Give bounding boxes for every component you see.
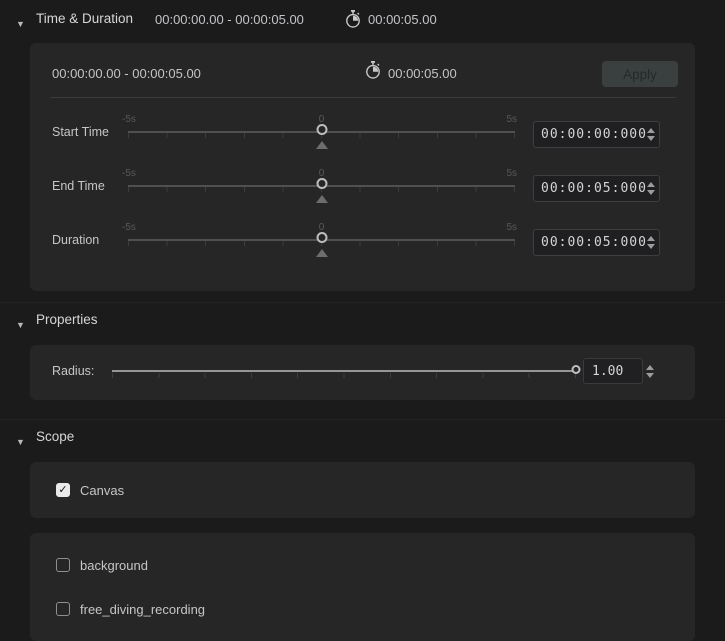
- radius-value[interactable]: 1.00: [584, 364, 623, 379]
- scale-max-label: 5s: [506, 222, 517, 233]
- panel-time-range: 00:00:00.00 - 00:00:05.00: [52, 66, 201, 81]
- slider-handle[interactable]: [572, 365, 581, 374]
- section-title-scope[interactable]: Scope: [36, 429, 74, 444]
- spinner-arrows[interactable]: [647, 128, 662, 141]
- slider-ticks: [112, 373, 576, 378]
- start-time-spinbox[interactable]: 00:00:00:000: [533, 121, 660, 148]
- scale-min-label: -5s: [122, 168, 136, 179]
- spin-up-icon[interactable]: [647, 236, 655, 241]
- end-time-row: End Time -5s 0 5s 00:00:05:000: [30, 166, 695, 220]
- free-diving-recording-checkbox-row[interactable]: ✓ free_diving_recording: [56, 601, 205, 617]
- slider-handle[interactable]: [316, 232, 327, 243]
- slider-marker-icon: [316, 141, 328, 149]
- radius-value-box[interactable]: 1.00: [583, 358, 643, 384]
- radius-slider[interactable]: [112, 345, 576, 400]
- collapse-scope-icon[interactable]: ▼: [16, 437, 25, 447]
- time-duration-panel: 00:00:00.00 - 00:00:05.00 00:00:05.00 Ap…: [30, 43, 695, 291]
- duration-row: Duration -5s 0 5s 00:00:05:000: [30, 220, 695, 274]
- spin-down-icon[interactable]: [647, 136, 655, 141]
- start-time-label: Start Time: [52, 125, 109, 139]
- collapse-time-duration-icon[interactable]: ▼: [16, 19, 25, 29]
- start-time-row: Start Time -5s 0 5s 00:00:00:000: [30, 112, 695, 166]
- canvas-checkbox[interactable]: ✓: [56, 483, 70, 497]
- end-time-slider[interactable]: -5s 0 5s: [128, 166, 515, 220]
- spin-up-icon[interactable]: [647, 128, 655, 133]
- spinner-arrows[interactable]: [647, 182, 662, 195]
- radius-label: Radius:: [52, 364, 94, 378]
- header-duration-value: 00:00:05.00: [368, 12, 437, 27]
- start-time-slider[interactable]: -5s 0 5s: [128, 112, 515, 166]
- slider-marker-icon: [316, 195, 328, 203]
- spin-down-icon[interactable]: [646, 373, 654, 378]
- end-time-value[interactable]: 00:00:05:000: [534, 181, 647, 196]
- background-checkbox[interactable]: ✓: [56, 558, 70, 572]
- header-time-range: 00:00:00.00 - 00:00:05.00: [155, 12, 304, 27]
- spinner-arrows[interactable]: [647, 236, 662, 249]
- collapse-properties-icon[interactable]: ▼: [16, 320, 25, 330]
- stopwatch-icon: [345, 10, 361, 33]
- duration-value[interactable]: 00:00:05:000: [534, 235, 647, 250]
- free-diving-recording-checkbox[interactable]: ✓: [56, 602, 70, 616]
- scope-canvas-panel: ✓ Canvas: [30, 462, 695, 518]
- spin-down-icon[interactable]: [647, 190, 655, 195]
- duration-label: Duration: [52, 233, 99, 247]
- canvas-checkbox-row[interactable]: ✓ Canvas: [56, 482, 124, 498]
- spin-up-icon[interactable]: [647, 182, 655, 187]
- slider-handle[interactable]: [316, 178, 327, 189]
- scale-min-label: -5s: [122, 222, 136, 233]
- section-divider: [0, 302, 725, 303]
- background-checkbox-row[interactable]: ✓ background: [56, 557, 148, 573]
- background-label: background: [80, 558, 148, 573]
- free-diving-recording-label: free_diving_recording: [80, 602, 205, 617]
- scale-max-label: 5s: [506, 114, 517, 125]
- apply-button[interactable]: Apply: [602, 61, 678, 87]
- properties-panel: Radius: 1.00: [30, 345, 695, 400]
- stopwatch-icon: [365, 61, 381, 84]
- section-title-properties[interactable]: Properties: [36, 312, 98, 327]
- start-time-value[interactable]: 00:00:00:000: [534, 127, 647, 142]
- duration-spinbox[interactable]: 00:00:05:000: [533, 229, 660, 256]
- end-time-spinbox[interactable]: 00:00:05:000: [533, 175, 660, 202]
- panel-duration-value: 00:00:05.00: [388, 66, 457, 81]
- slider-track[interactable]: [112, 370, 576, 372]
- check-icon: ✓: [58, 485, 67, 496]
- scope-layers-panel: ✓ background ✓ free_diving_recording: [30, 533, 695, 641]
- canvas-label: Canvas: [80, 483, 124, 498]
- section-divider: [0, 419, 725, 420]
- spinner-arrows[interactable]: [646, 358, 654, 384]
- duration-slider[interactable]: -5s 0 5s: [128, 220, 515, 274]
- slider-handle[interactable]: [316, 124, 327, 135]
- end-time-label: End Time: [52, 179, 105, 193]
- spin-up-icon[interactable]: [646, 365, 654, 370]
- scale-max-label: 5s: [506, 168, 517, 179]
- spin-down-icon[interactable]: [647, 244, 655, 249]
- section-title-time-duration[interactable]: Time & Duration: [36, 11, 133, 26]
- slider-marker-icon: [316, 249, 328, 257]
- scale-min-label: -5s: [122, 114, 136, 125]
- panel-header-divider: [50, 97, 676, 98]
